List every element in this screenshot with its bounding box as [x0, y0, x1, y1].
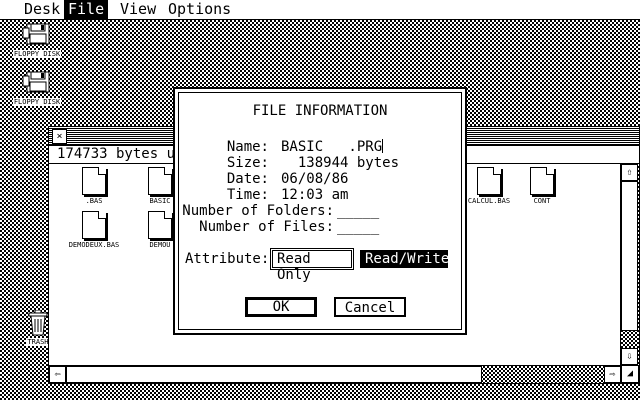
attribute-label: Attribute:: [185, 251, 270, 267]
file-label: DEMODEUX.BAS: [68, 241, 120, 249]
vertical-scroll-thumb[interactable]: [621, 181, 638, 331]
document-icon: [82, 211, 106, 239]
date-value: 06/08/86: [281, 171, 349, 187]
file-icon-demodeux[interactable]: DEMODEUX.BAS: [59, 211, 129, 249]
trash-label: TRASH: [26, 338, 50, 346]
scroll-down-button[interactable]: ⇩: [621, 348, 638, 365]
document-icon: [530, 167, 554, 195]
size-label: Size:: [226, 155, 269, 171]
date-label: Date:: [226, 171, 269, 187]
files-label: Number of Files:: [199, 219, 334, 235]
file-label: DEMOU: [149, 241, 171, 249]
menu-options[interactable]: Options: [164, 0, 235, 19]
file-icon-cont[interactable]: CONT: [517, 167, 567, 205]
document-icon: [477, 167, 501, 195]
file-label: CONT: [533, 197, 551, 205]
read-write-button[interactable]: Read/Write: [360, 250, 449, 268]
horizontal-scroll-thumb[interactable]: [66, 366, 482, 383]
scroll-up-button[interactable]: ⇧: [621, 164, 638, 181]
read-only-button[interactable]: Read Only: [270, 248, 354, 283]
ok-button[interactable]: OK: [245, 297, 317, 317]
floppy-b-label: FLOPPY DISK: [12, 98, 62, 106]
document-icon: [148, 211, 172, 239]
scroll-left-button[interactable]: ⇦: [49, 366, 66, 383]
name-value: BASIC .PRG: [281, 139, 383, 155]
floppy-disk-icon: [22, 71, 50, 93]
floppy-b-desktop-icon[interactable]: FLOPPY DISK: [2, 70, 72, 106]
size-value: 138944 bytes: [281, 155, 400, 171]
files-value: _____: [337, 219, 380, 235]
cancel-button[interactable]: Cancel: [334, 297, 406, 317]
scroll-right-button[interactable]: ⇨: [604, 366, 621, 383]
menu-file[interactable]: File: [64, 0, 109, 19]
horizontal-scrollbar[interactable]: ⇦ ⇨: [49, 365, 621, 383]
document-icon: [82, 167, 106, 195]
file-information-dialog: FILE INFORMATION Name: BASIC .PRG Size: …: [173, 87, 467, 335]
time-value: 12:03 am: [281, 187, 349, 203]
folders-value: _____: [337, 203, 380, 219]
menu-bar: Desk File View Options: [0, 0, 640, 20]
folders-label: Number of Folders:: [182, 203, 334, 219]
file-label: .BAS: [85, 197, 103, 205]
vertical-scrollbar[interactable]: ⇧ ⇩: [620, 164, 639, 365]
name-field[interactable]: BASIC .PRG: [281, 139, 384, 155]
text-cursor: [382, 139, 384, 153]
trash-can-icon: [28, 309, 48, 336]
file-label: BASIC: [149, 197, 171, 205]
document-icon: [148, 167, 172, 195]
time-label: Time:: [226, 187, 269, 203]
dialog-title: FILE INFORMATION: [252, 103, 388, 119]
menu-view[interactable]: View: [116, 0, 160, 19]
floppy-disk-icon: [22, 23, 50, 45]
window-resize-box[interactable]: ◢: [621, 365, 639, 383]
name-label: Name:: [226, 139, 269, 155]
file-icon-bas[interactable]: .BAS: [59, 167, 129, 205]
menu-desk[interactable]: Desk: [20, 0, 64, 19]
file-label: CALCUL.BAS: [467, 197, 511, 205]
floppy-a-desktop-icon[interactable]: FLOPPY DISK: [2, 22, 72, 58]
floppy-a-label: FLOPPY DISK: [12, 50, 62, 58]
window-close-button[interactable]: ×: [52, 129, 67, 144]
